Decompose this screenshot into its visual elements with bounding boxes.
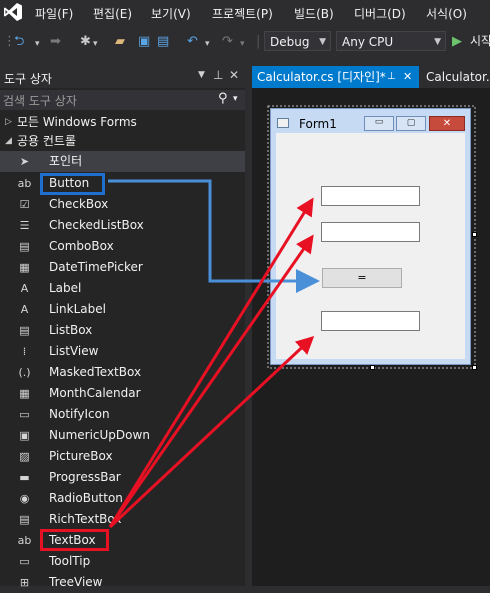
resize-handle-corner[interactable] <box>472 365 477 370</box>
textbox-highlight-box <box>40 529 109 551</box>
button-highlight-box <box>40 173 105 195</box>
resize-handle-right[interactable] <box>472 232 477 237</box>
selection-frame <box>267 105 476 369</box>
resize-handle-bottom[interactable] <box>370 365 375 370</box>
